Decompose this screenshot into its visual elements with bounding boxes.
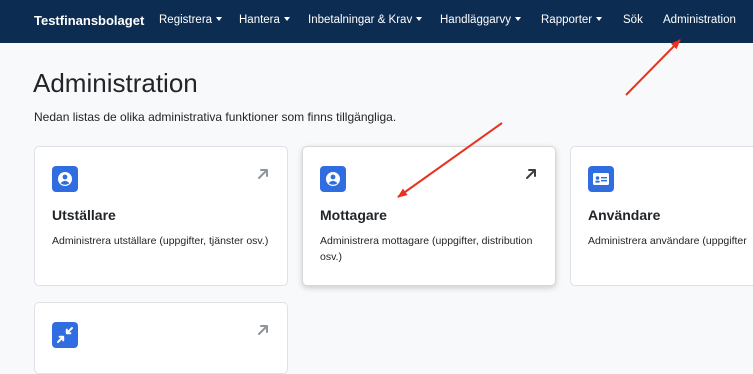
nav-item-label: Rapporter: [541, 14, 593, 26]
brand-logo[interactable]: Testfinansbolaget: [34, 13, 144, 28]
user-circle-icon: [320, 166, 346, 192]
page-description: Nedan listas de olika administrativa fun…: [34, 110, 397, 124]
card-title: Användare: [588, 207, 661, 223]
nav-item-hantera[interactable]: Hantera: [239, 14, 290, 26]
card-description: Administrera mottagare (uppgifter, distr…: [320, 235, 533, 263]
card-utstallare[interactable]: Utställare Administrera utställare (uppg…: [34, 146, 288, 286]
card-admin-4[interactable]: [34, 302, 288, 374]
nav-item-inbetalningar[interactable]: Inbetalningar & Krav: [308, 14, 423, 26]
nav-item-label: Registrera: [159, 14, 213, 26]
id-card-icon: [588, 166, 614, 192]
top-navbar: Testfinansbolaget Registrera Hantera Inb…: [0, 0, 753, 43]
card-description: Administrera utställare (uppgifter, tjän…: [52, 235, 269, 247]
nav-item-sok[interactable]: Sök: [623, 14, 643, 26]
caret-down-icon: [416, 17, 423, 21]
nav-item-rapporter[interactable]: Rapporter: [541, 14, 603, 26]
arrow-up-right-icon: [257, 323, 269, 341]
card-description: Administrera användare (uppgifter: [588, 235, 747, 247]
arrow-up-right-icon: [257, 167, 269, 185]
nav-item-label: Administration: [663, 14, 736, 26]
card-title: Mottagare: [320, 207, 387, 223]
nav-item-label: Sök: [623, 14, 643, 26]
annotation-arrow-to-administration: [625, 39, 681, 96]
arrow-up-right-icon: [525, 167, 537, 185]
card-title: Utställare: [52, 207, 116, 223]
nav-item-label: Hantera: [239, 14, 280, 26]
caret-down-icon: [283, 17, 290, 21]
user-circle-icon: [52, 166, 78, 192]
nav-item-label: Handläggarvy: [440, 14, 511, 26]
card-mottagare[interactable]: Mottagare Administrera mottagare (uppgif…: [302, 146, 556, 286]
page-title: Administration: [33, 68, 198, 98]
nav-item-administration[interactable]: Administration: [663, 14, 736, 26]
nav-item-handlaggarvy[interactable]: Handläggarvy: [440, 14, 521, 26]
card-anvandare[interactable]: Användare Administrera användare (uppgif…: [570, 146, 753, 286]
nav-item-registrera[interactable]: Registrera: [159, 14, 223, 26]
caret-down-icon: [514, 17, 521, 21]
compress-arrows-icon: [52, 322, 78, 348]
caret-down-icon: [596, 17, 603, 21]
caret-down-icon: [216, 17, 223, 21]
nav-item-label: Inbetalningar & Krav: [308, 14, 413, 26]
